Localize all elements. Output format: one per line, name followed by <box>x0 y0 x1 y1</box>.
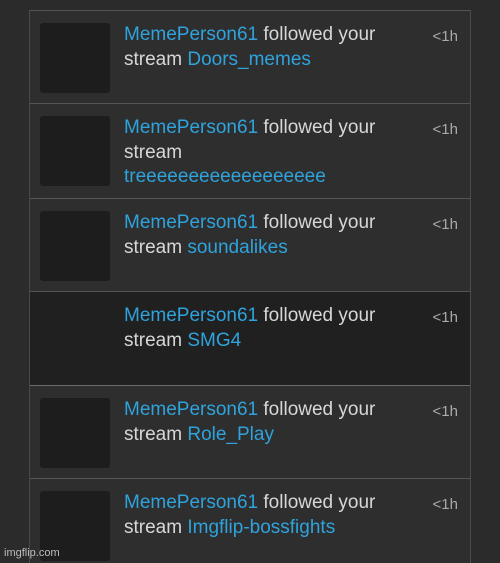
timestamp: <1h <box>432 28 458 45</box>
notification-item[interactable]: MemePerson61 followed your stream sounda… <box>30 199 470 292</box>
timestamp: <1h <box>432 496 458 513</box>
action-text: followed your <box>263 117 376 138</box>
user-link[interactable]: MemePerson61 <box>124 212 258 233</box>
action-text: followed your <box>263 24 376 45</box>
avatar[interactable] <box>40 116 110 186</box>
stream-link[interactable]: Imgflip-bossfights <box>187 517 335 538</box>
user-link[interactable]: MemePerson61 <box>124 305 258 326</box>
action-text: stream <box>124 236 183 258</box>
notification-text: MemePerson61 followed your stream sounda… <box>124 211 414 260</box>
stream-link[interactable]: Doors_memes <box>187 49 311 70</box>
avatar[interactable] <box>40 211 110 281</box>
stream-link[interactable]: treeeeeeeeeeeeeeeeee <box>124 166 326 187</box>
action-text: followed your <box>263 492 376 513</box>
user-link[interactable]: MemePerson61 <box>124 399 258 420</box>
action-text: stream <box>124 329 183 351</box>
timestamp: <1h <box>432 216 458 233</box>
stream-link[interactable]: Role_Play <box>187 424 274 445</box>
action-text: followed your <box>263 399 376 420</box>
notification-text: MemePerson61 followed your stream Imgfli… <box>124 491 414 540</box>
notification-item[interactable]: MemePerson61 followed your stream Imgfli… <box>30 479 470 563</box>
action-text: stream <box>124 48 183 70</box>
notification-text: MemePerson61 followed your stream treeee… <box>124 116 414 190</box>
notification-item[interactable]: MemePerson61 followed your stream Doors_… <box>30 10 470 104</box>
user-link[interactable]: MemePerson61 <box>124 492 258 513</box>
action-text: followed your <box>263 305 376 326</box>
action-text: stream <box>124 423 183 445</box>
notification-item-highlighted[interactable]: MemePerson61 followed your stream SMG4 <… <box>30 292 470 386</box>
timestamp: <1h <box>432 403 458 420</box>
user-link[interactable]: MemePerson61 <box>124 117 258 138</box>
avatar[interactable] <box>40 398 110 468</box>
avatar[interactable] <box>40 23 110 93</box>
notification-item[interactable]: MemePerson61 followed your stream Role_P… <box>30 386 470 479</box>
stream-link[interactable]: soundalikes <box>187 237 287 258</box>
notification-text: MemePerson61 followed your stream Doors_… <box>124 23 414 72</box>
notification-list: MemePerson61 followed your stream Doors_… <box>29 10 471 563</box>
action-text: stream <box>124 141 183 163</box>
timestamp: <1h <box>432 121 458 138</box>
notification-item[interactable]: MemePerson61 followed your stream treeee… <box>30 104 470 199</box>
action-text: stream <box>124 516 183 538</box>
stream-link[interactable]: SMG4 <box>187 330 241 351</box>
user-link[interactable]: MemePerson61 <box>124 24 258 45</box>
action-text: followed your <box>263 212 376 233</box>
notification-text: MemePerson61 followed your stream SMG4 <box>124 304 414 353</box>
imgflip-watermark: imgflip.com <box>4 547 60 559</box>
timestamp: <1h <box>432 309 458 326</box>
notification-text: MemePerson61 followed your stream Role_P… <box>124 398 414 447</box>
page: MemePerson61 followed your stream Doors_… <box>0 0 500 563</box>
